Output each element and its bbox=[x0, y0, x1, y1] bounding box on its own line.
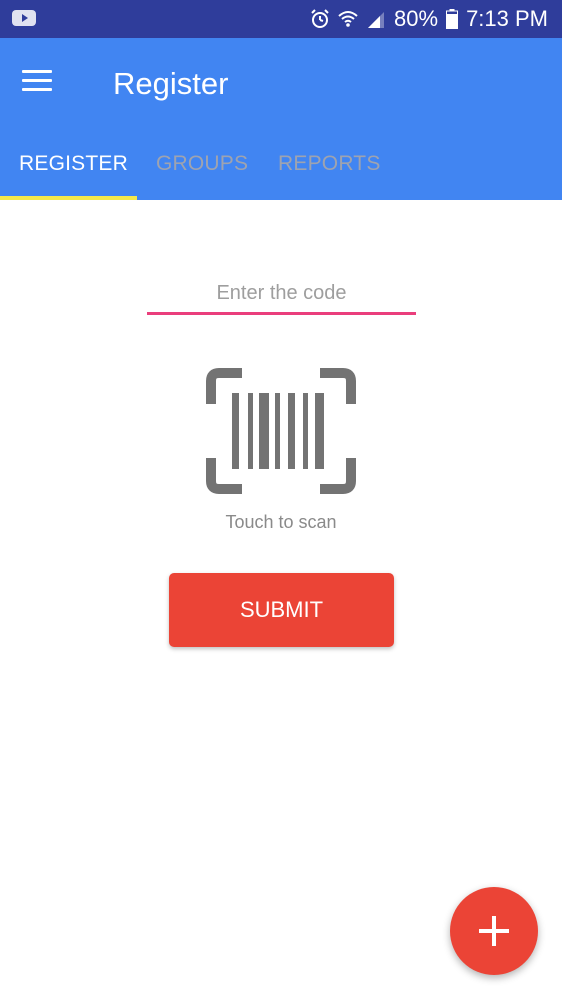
app-bar: Register REGISTER GROUPS REPORTS bbox=[0, 38, 562, 200]
status-time: 7:13 PM bbox=[466, 6, 548, 31]
page-title: Register bbox=[113, 66, 229, 101]
tab-register[interactable]: REGISTER bbox=[19, 136, 128, 200]
signal-icon bbox=[368, 12, 385, 28]
tab-indicator bbox=[0, 196, 137, 200]
battery-icon bbox=[446, 9, 459, 29]
code-input[interactable] bbox=[147, 275, 416, 315]
scan-label: Touch to scan bbox=[225, 512, 337, 532]
battery-percent: 80% bbox=[394, 6, 439, 31]
wifi-icon bbox=[338, 11, 358, 27]
alarm-icon bbox=[311, 9, 329, 28]
tab-reports[interactable]: REPORTS bbox=[278, 136, 381, 200]
status-icons: 80% 7:13 PM bbox=[310, 5, 548, 33]
tab-groups[interactable]: GROUPS bbox=[156, 136, 248, 200]
add-fab-button[interactable] bbox=[450, 887, 538, 975]
barcode-scan-icon[interactable] bbox=[204, 366, 358, 496]
status-bar: 80% 7:13 PM bbox=[0, 0, 562, 38]
youtube-icon bbox=[12, 10, 36, 26]
menu-icon[interactable] bbox=[18, 66, 58, 96]
submit-button[interactable]: SUBMIT bbox=[169, 573, 394, 647]
tab-bar: REGISTER GROUPS REPORTS bbox=[0, 136, 562, 200]
